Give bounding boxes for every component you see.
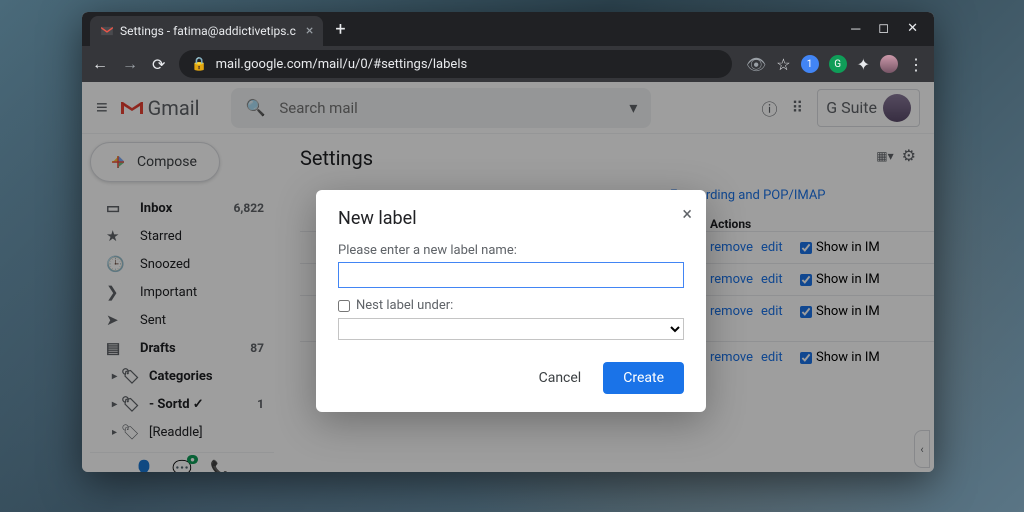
url-text: mail.google.com/mail/u/0/#settings/label… [216, 57, 468, 72]
reload-icon[interactable]: ⟳ [152, 55, 165, 74]
nest-parent-select[interactable] [338, 318, 684, 340]
back-icon[interactable]: ← [92, 54, 108, 74]
nest-checkbox[interactable] [338, 300, 350, 312]
address-bar[interactable]: 🔒 mail.google.com/mail/u/0/#settings/lab… [179, 50, 732, 78]
extension-g-icon[interactable]: G [829, 55, 847, 73]
label-name-prompt: Please enter a new label name: [338, 243, 684, 258]
profile-avatar-icon[interactable] [880, 55, 898, 73]
minimize-icon[interactable]: ─ [851, 21, 860, 37]
tab-close-icon[interactable]: × [306, 23, 313, 39]
kebab-icon[interactable]: ⋮ [908, 55, 924, 74]
gmail-favicon [100, 24, 114, 38]
eye-icon[interactable]: 👁 [746, 55, 766, 74]
titlebar: Settings - fatima@addictivetips.c × + ─ … [82, 12, 934, 46]
create-button[interactable]: Create [603, 362, 684, 394]
new-label-dialog: × New label Please enter a new label nam… [316, 190, 706, 412]
nest-label: Nest label under: [356, 298, 453, 313]
cancel-button[interactable]: Cancel [525, 362, 596, 394]
nest-checkbox-row[interactable]: Nest label under: [338, 298, 684, 313]
forward-icon[interactable]: → [122, 54, 138, 74]
extension-icons: 👁 ☆ 1 G ✦ ⋮ [746, 55, 924, 74]
new-tab-button[interactable]: + [335, 19, 345, 40]
puzzle-icon[interactable]: ✦ [857, 55, 870, 74]
close-icon[interactable]: ✕ [907, 21, 918, 37]
dialog-title: New label [338, 208, 684, 229]
window-controls: ─ ◻ ✕ [851, 21, 926, 37]
tab-title: Settings - fatima@addictivetips.c [120, 24, 296, 38]
dialog-buttons: Cancel Create [338, 362, 684, 394]
star-icon[interactable]: ☆ [776, 55, 790, 74]
label-name-input[interactable] [338, 262, 684, 288]
extension-1-icon[interactable]: 1 [801, 55, 819, 73]
lock-icon: 🔒 [191, 57, 207, 72]
address-bar-row: ← → ⟳ 🔒 mail.google.com/mail/u/0/#settin… [82, 46, 934, 82]
dialog-close-icon[interactable]: × [682, 204, 692, 225]
browser-tab[interactable]: Settings - fatima@addictivetips.c × [90, 16, 323, 46]
maximize-icon[interactable]: ◻ [878, 21, 889, 37]
